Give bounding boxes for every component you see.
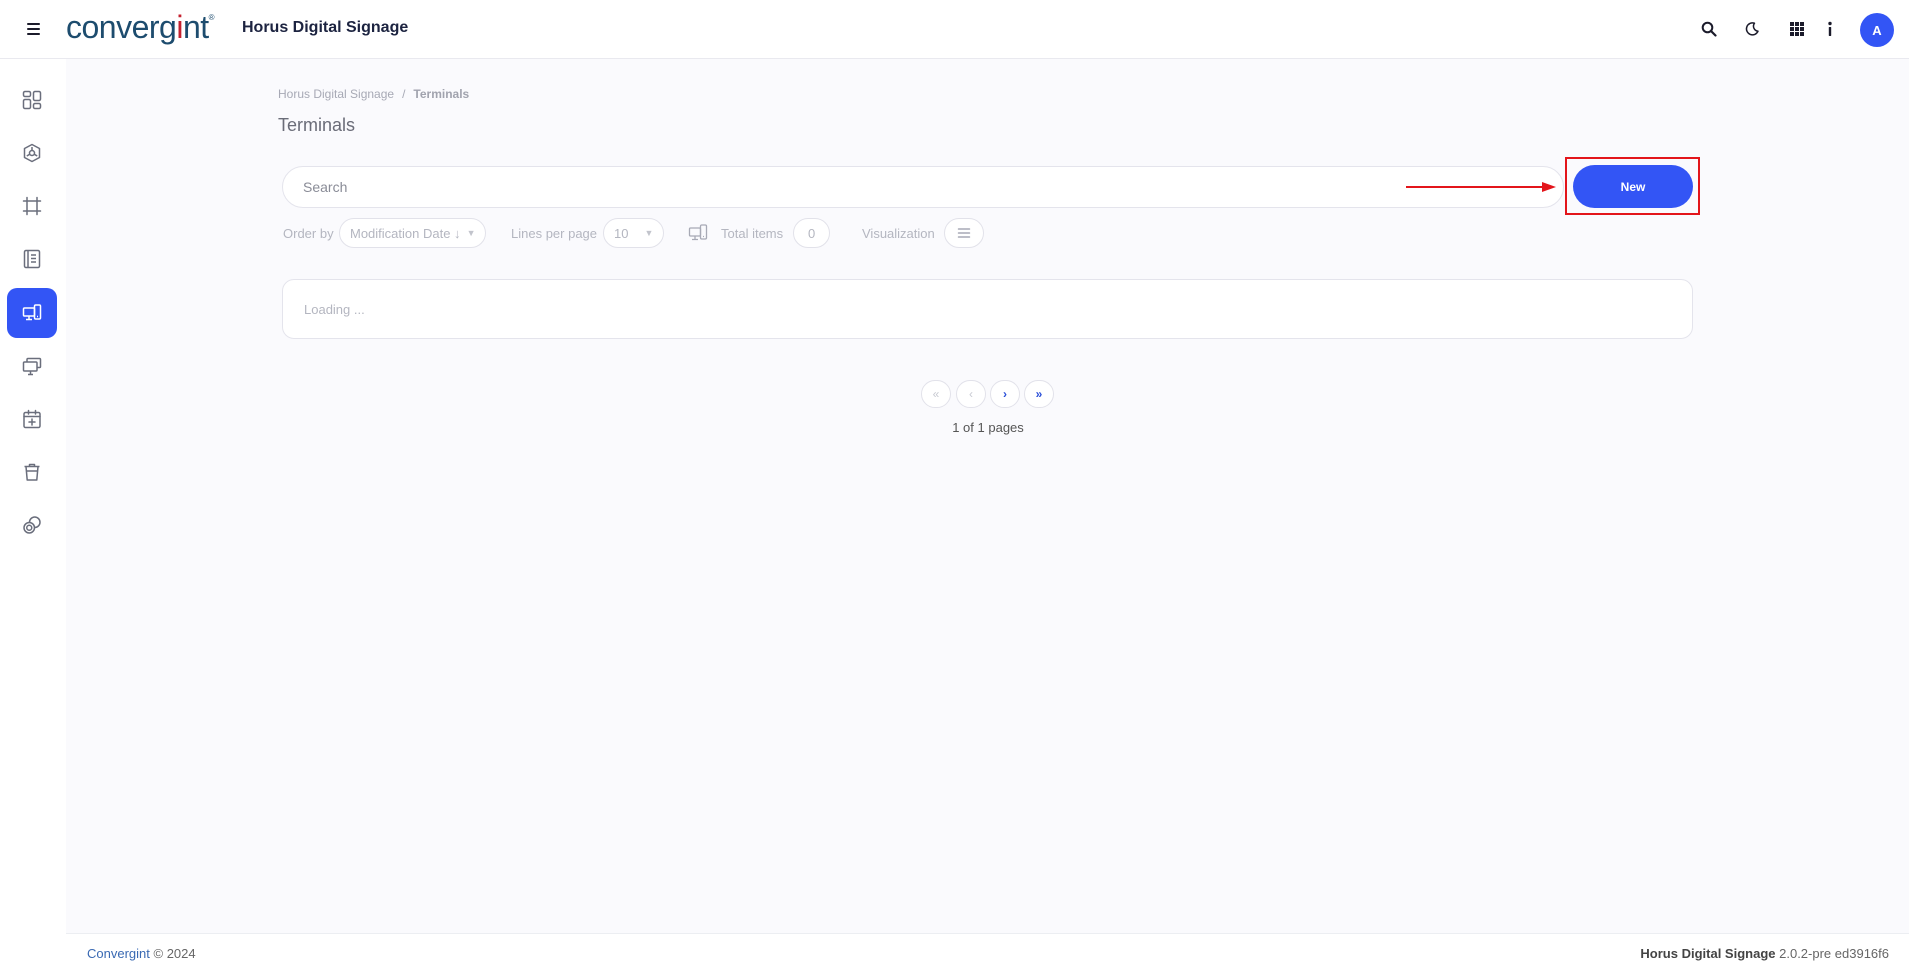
top-header: convergint® Horus Digital Signage A <box>0 0 1909 59</box>
prev-page-button[interactable]: ‹ <box>956 380 986 408</box>
order-by-value: Modification Date ↓ <box>350 225 461 241</box>
footer-product: Horus Digital Signage <box>1640 946 1776 961</box>
sidebar-item-schedule[interactable] <box>7 394 57 444</box>
list-view-icon <box>957 228 971 238</box>
lines-per-page-select[interactable]: 10 ▼ <box>603 218 665 248</box>
breadcrumb: Horus Digital Signage / Terminals <box>278 87 469 101</box>
search-input[interactable] <box>282 166 1564 208</box>
footer-copyright: Convergint © 2024 <box>87 946 196 961</box>
visualization-label: Visualization <box>862 225 935 241</box>
breadcrumb-current: Terminals <box>413 87 470 101</box>
playlist-icon <box>23 249 41 269</box>
page-count-label: 1 of 1 pages <box>952 420 1024 435</box>
order-by-label: Order by <box>283 225 334 241</box>
annotation-arrow <box>1406 182 1556 192</box>
copyright-text: © 2024 <box>153 946 196 961</box>
info-icon[interactable] <box>1819 18 1841 40</box>
user-avatar[interactable]: A <box>1860 13 1894 47</box>
lines-per-page-label: Lines per page <box>511 225 598 241</box>
sidebar-item-frame[interactable] <box>7 181 57 231</box>
sidebar-item-screens[interactable] <box>7 341 57 391</box>
last-page-button[interactable]: » <box>1024 380 1054 408</box>
loading-text: Loading ... <box>304 301 365 317</box>
copy-icon <box>23 516 41 534</box>
breadcrumb-root-link[interactable]: Horus Digital Signage <box>278 87 394 101</box>
terminal-devices-icon <box>22 304 42 321</box>
lines-per-page-value: 10 <box>614 225 629 241</box>
order-by-select[interactable]: Modification Date ↓ ▼ <box>339 218 487 248</box>
next-page-button[interactable]: › <box>990 380 1020 408</box>
dashboard-icon <box>22 90 42 110</box>
total-items-count: 0 <box>793 218 831 248</box>
calendar-add-icon <box>23 409 41 429</box>
app-title: Horus Digital Signage <box>242 19 409 36</box>
visualization-toggle[interactable] <box>944 218 984 248</box>
footer: Convergint © 2024 Horus Digital Signage … <box>66 933 1909 973</box>
breadcrumb-separator: / <box>402 87 406 101</box>
version-text: 2.0.2-pre ed3916f6 <box>1779 946 1889 961</box>
footer-brand-link[interactable]: Convergint <box>87 946 150 961</box>
sidebar-item-dashboard[interactable] <box>7 75 57 125</box>
chevron-down-icon: ▼ <box>466 228 476 238</box>
terminal-devices-icon <box>688 218 710 248</box>
frame-icon <box>22 196 42 216</box>
new-button[interactable]: New <box>1573 165 1693 208</box>
sidebar-item-terminals[interactable] <box>7 288 57 338</box>
sidebar <box>0 59 66 973</box>
sidebar-item-playlist[interactable] <box>7 234 57 284</box>
sidebar-item-copy[interactable] <box>7 500 57 550</box>
footer-version: Horus Digital Signage 2.0.2-pre ed3916f6 <box>1640 946 1889 961</box>
screens-icon <box>22 357 42 376</box>
page-title: Terminals <box>278 115 356 135</box>
first-page-button[interactable]: « <box>921 380 951 408</box>
terminals-list: Loading ... <box>282 279 1693 339</box>
hamburger-menu-icon[interactable] <box>26 20 42 38</box>
sidebar-item-hexagon[interactable] <box>7 128 57 178</box>
sidebar-item-trash[interactable] <box>7 447 57 497</box>
trash-icon <box>24 463 40 481</box>
total-items-label: Total items <box>721 225 784 241</box>
moon-icon[interactable] <box>1741 18 1763 40</box>
search-icon[interactable] <box>1698 18 1720 40</box>
apps-grid-icon[interactable] <box>1786 18 1808 40</box>
hexagon-icon <box>23 143 41 163</box>
convergint-logo[interactable]: convergint® <box>66 9 215 46</box>
chevron-down-icon: ▼ <box>644 228 654 238</box>
